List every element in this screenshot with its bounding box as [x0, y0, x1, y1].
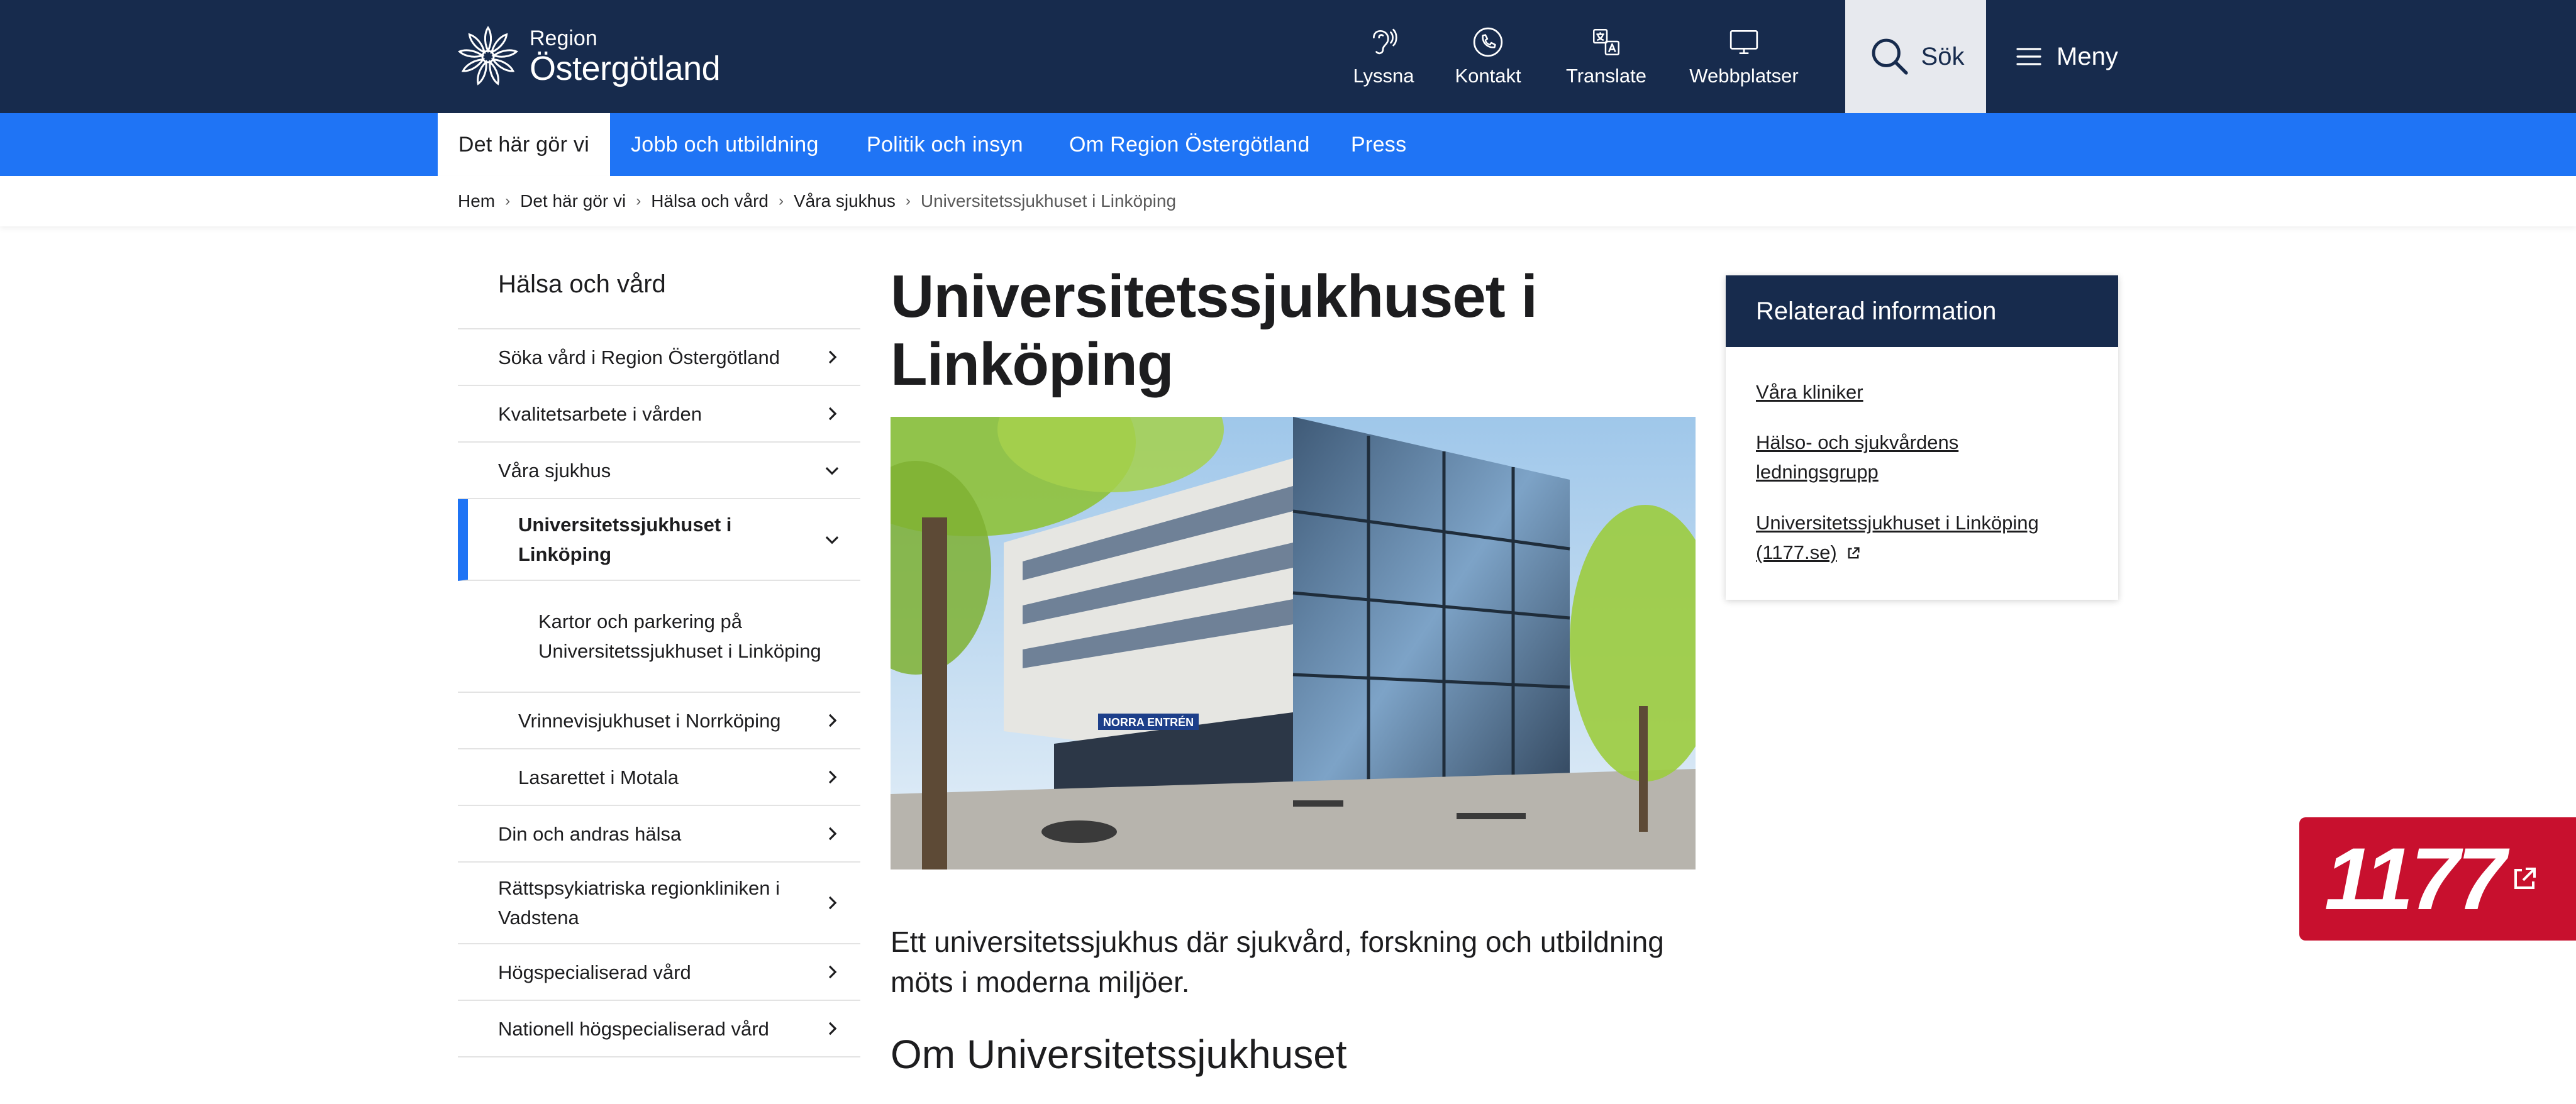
chevron-right-icon: [828, 407, 837, 421]
main-content: Universitetssjukhuset i Linköping NORRA …: [891, 251, 1696, 1077]
phone-icon: [1473, 27, 1503, 57]
breadcrumb-hem[interactable]: Hem: [458, 191, 495, 211]
related-information-box: Relaterad information Våra kliniker Häls…: [1726, 275, 2118, 600]
menu-label: Meny: [2057, 42, 2118, 70]
chevron-right-icon: ›: [636, 192, 641, 209]
related-link-1177[interactable]: Universitetssjukhuset i Linköping (1177.…: [1756, 512, 2039, 563]
contact-button[interactable]: Kontakt: [1454, 0, 1522, 113]
logo-region-text: Region: [530, 26, 597, 50]
image-sign-text: NORRA ENTRÉN: [1103, 715, 1194, 729]
related-link-ledningsgrupp[interactable]: Hälso- och sjukvårdens ledningsgrupp: [1756, 428, 1982, 487]
chevron-right-icon: [828, 770, 837, 784]
sidebar-item-vara-sjukhus[interactable]: Våra sjukhus: [458, 443, 860, 499]
page-title: Universitetssjukhuset i Linköping: [891, 263, 1538, 398]
sidebar-item-nationell-hogspecialiserad[interactable]: Nationell högspecialiserad vård: [458, 1001, 860, 1057]
nav-det-har-gor-vi[interactable]: Det här gör vi: [438, 113, 610, 176]
1177-link-badge[interactable]: 1177: [2299, 817, 2576, 941]
chevron-right-icon: ›: [778, 192, 784, 209]
related-heading: Relaterad information: [1726, 275, 2118, 347]
chevron-right-icon: [828, 714, 837, 727]
sidebar-item-label: Kvalitetsarbete i vården: [498, 402, 702, 425]
sidebar-item-label: Kartor och parkering på Universitetssjuk…: [538, 610, 821, 662]
breadcrumb: Hem › Det här gör vi › Hälsa och vård › …: [458, 176, 1176, 226]
main-navigation: Det här gör vi Jobb och utbildning Polit…: [0, 113, 2576, 176]
sidebar-item-vrinnevisjukhuset[interactable]: Vrinnevisjukhuset i Norrköping: [458, 693, 860, 749]
websites-button[interactable]: Webbplatser: [1685, 0, 1802, 113]
site-header: Region Östergötland Lyssna Kontakt Trans…: [0, 0, 2576, 113]
related-link-external[interactable]: Universitetssjukhuset i Linköping (1177.…: [1756, 508, 2083, 567]
flower-logo-icon: [458, 26, 518, 86]
chevron-right-icon: [828, 350, 837, 364]
nav-jobb-och-utbildning[interactable]: Jobb och utbildning: [631, 113, 819, 176]
1177-logo-text: 1177: [2324, 829, 2506, 928]
monitor-icon: [1729, 30, 1758, 55]
section-heading: Om Universitetssjukhuset: [891, 1032, 1347, 1077]
chevron-right-icon: ›: [905, 192, 911, 209]
external-link-icon: [1848, 547, 1860, 559]
chevron-right-icon: [828, 827, 837, 841]
chevron-right-icon: ›: [505, 192, 511, 209]
translate-button[interactable]: Translate: [1561, 0, 1652, 113]
chevron-right-icon: [828, 965, 837, 979]
sidebar-item-kartor-och-parkering[interactable]: Kartor och parkering på Universitetssjuk…: [458, 581, 860, 693]
websites-label: Webbplatser: [1689, 65, 1799, 87]
search-label: Sök: [1921, 42, 1965, 70]
sidebar-item-soka-vard[interactable]: Söka vård i Region Östergötland: [458, 329, 860, 386]
search-button[interactable]: Sök: [1845, 0, 1986, 113]
sidebar-item-label: Nationell högspecialiserad vård: [498, 1017, 769, 1040]
sidebar-item-label: Högspecialiserad vård: [498, 961, 691, 983]
search-icon: [1872, 38, 1908, 75]
listen-icon: [1373, 28, 1397, 55]
sidebar-item-label: Vrinnevisjukhuset i Norrköping: [518, 709, 781, 732]
chevron-right-icon: [828, 896, 837, 910]
sidebar-item-label: Söka vård i Region Östergötland: [498, 346, 780, 368]
section-sidebar: Hälsa och vård Söka vård i Region Österg…: [458, 251, 860, 1057]
sidebar-item-rattspsykiatriska[interactable]: Rättspsykiatriska regionkliniken i Vadst…: [458, 863, 860, 944]
nav-om-region[interactable]: Om Region Östergötland: [1069, 113, 1310, 176]
breadcrumb-halsa-och-vard[interactable]: Hälsa och vård: [651, 191, 769, 211]
breadcrumb-det-har-gor-vi[interactable]: Det här gör vi: [520, 191, 626, 211]
logo-name-text: Östergötland: [530, 50, 721, 87]
sidebar-item-label: Våra sjukhus: [498, 459, 611, 482]
chevron-down-icon: [825, 466, 839, 475]
sidebar-item-din-och-andras-halsa[interactable]: Din och andras hälsa: [458, 806, 860, 863]
breadcrumb-vara-sjukhus[interactable]: Våra sjukhus: [794, 191, 896, 211]
chevron-right-icon: [828, 1022, 837, 1035]
lead-paragraph: Ett universitetssjukhus där sjukvård, fo…: [891, 925, 1664, 998]
menu-button[interactable]: Meny: [2015, 0, 2118, 113]
sidebar-item-label: Rättspsykiatriska regionkliniken i Vadst…: [498, 877, 780, 929]
hospital-photo: NORRA ENTRÉN: [891, 417, 1696, 869]
nav-press[interactable]: Press: [1351, 113, 1406, 176]
sidebar-item-kvalitetsarbete[interactable]: Kvalitetsarbete i vården: [458, 386, 860, 443]
listen-label: Lyssna: [1353, 65, 1414, 87]
translate-icon: [1592, 28, 1620, 56]
breadcrumb-current: Universitetssjukhuset i Linköping: [920, 191, 1177, 211]
sidebar-item-hogspecialiserad[interactable]: Högspecialiserad vård: [458, 944, 860, 1001]
chevron-down-icon: [825, 536, 839, 544]
external-link-icon: [2514, 868, 2536, 889]
related-link-vara-kliniker[interactable]: Våra kliniker: [1756, 377, 2083, 407]
translate-label: Translate: [1565, 65, 1647, 87]
sidebar-item-label: Universitetssjukhuset i Linköping: [518, 514, 732, 565]
nav-politik-och-insyn[interactable]: Politik och insyn: [867, 113, 1023, 176]
sidebar-item-universitetssjukhuset[interactable]: Universitetssjukhuset i Linköping: [458, 499, 860, 581]
sidebar-item-label: Lasarettet i Motala: [518, 766, 679, 788]
hamburger-icon: [2016, 48, 2041, 65]
listen-button[interactable]: Lyssna: [1352, 0, 1415, 113]
sidebar-title[interactable]: Hälsa och vård: [458, 251, 860, 329]
breadcrumb-bar: Hem › Det här gör vi › Hälsa och vård › …: [0, 176, 2576, 226]
sidebar-item-lasarettet-motala[interactable]: Lasarettet i Motala: [458, 749, 860, 806]
region-logo[interactable]: Region Östergötland: [457, 23, 721, 91]
sidebar-item-label: Din och andras hälsa: [498, 822, 682, 845]
contact-label: Kontakt: [1455, 65, 1521, 87]
